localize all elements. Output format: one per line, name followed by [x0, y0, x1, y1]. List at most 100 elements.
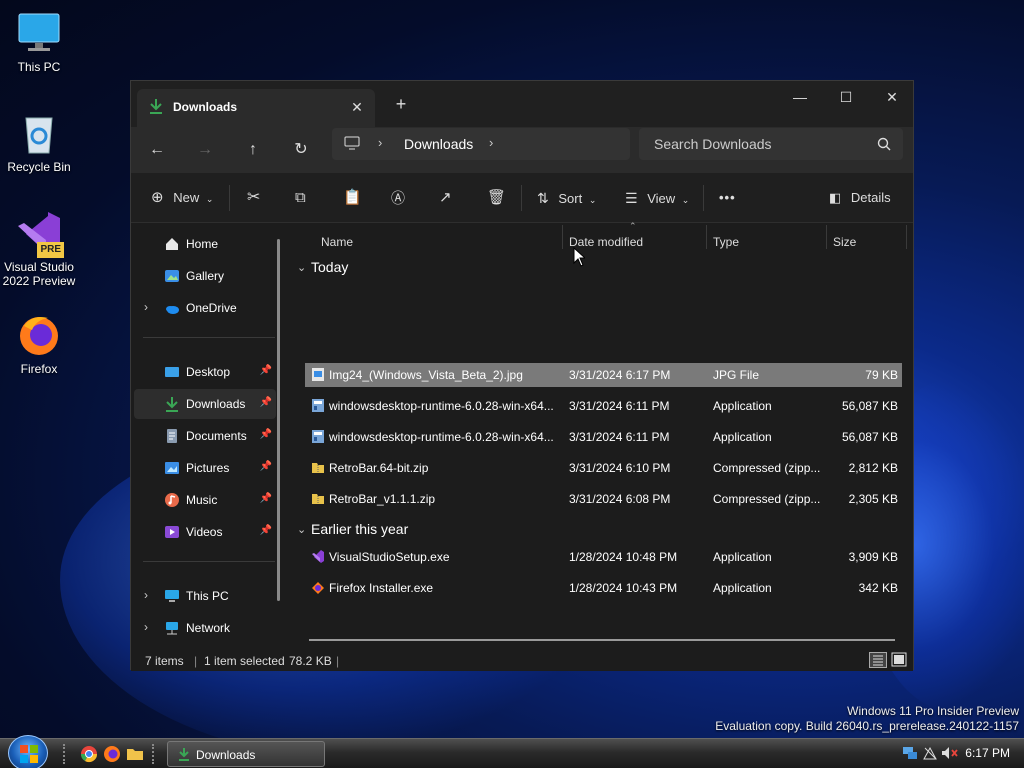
visual-studio-icon: PRE [16, 210, 64, 258]
firefox-icon[interactable] [103, 745, 121, 766]
view-button[interactable]: ☰ View ⌄ [625, 184, 689, 212]
taskbar-button-downloads[interactable]: Downloads [167, 741, 325, 767]
taskbar-button-label: Downloads [196, 748, 256, 762]
sidebar-item-pictures[interactable]: Pictures 📌 [134, 453, 276, 483]
sidebar-item-documents[interactable]: Documents 📌 [134, 421, 276, 451]
file-date: 3/31/2024 6:11 PM [569, 430, 670, 444]
paste-button[interactable]: 📋 [343, 184, 362, 212]
network-tray-icon[interactable] [902, 745, 918, 764]
table-row[interactable]: RetroBar_v1.1.1.zip 3/31/2024 6:08 PM Co… [305, 487, 902, 511]
minimize-button[interactable]: — [777, 83, 823, 113]
sidebar-item-music[interactable]: Music 📌 [134, 485, 276, 515]
file-type: JPG File [713, 368, 760, 382]
pin-icon[interactable]: 📌 [260, 365, 272, 376]
forward-button[interactable]: → [189, 134, 221, 166]
cut-button[interactable]: ✂ [247, 184, 260, 212]
column-header-type[interactable]: Type [713, 235, 739, 249]
file-type: Compressed (zipp... [713, 461, 821, 475]
horizontal-scrollbar[interactable] [309, 639, 895, 641]
sidebar-item-label: Home [186, 237, 219, 251]
refresh-button[interactable]: ↻ [285, 134, 317, 166]
column-separator[interactable] [826, 225, 827, 249]
rename-icon: Ⓐ [391, 190, 405, 206]
desktop-icon-firefox[interactable]: Firefox [1, 312, 77, 376]
navigation-scrollbar[interactable] [277, 239, 280, 601]
tab-close-button[interactable]: ✕ [347, 97, 367, 117]
table-row[interactable]: Firefox Installer.exe 1/28/2024 10:43 PM… [305, 576, 902, 600]
back-button[interactable]: ← [141, 134, 173, 166]
sidebar-item-onedrive[interactable]: › OneDrive [134, 293, 276, 323]
file-date: 1/28/2024 10:43 PM [569, 581, 678, 595]
start-button[interactable] [8, 735, 48, 768]
desktop-icon-recycle-bin[interactable]: Recycle Bin [1, 110, 77, 174]
tab-downloads[interactable]: Downloads ✕ [137, 89, 375, 127]
search-input[interactable]: Search Downloads [639, 128, 903, 160]
copy-button[interactable]: ⧉ [295, 184, 306, 212]
column-separator[interactable] [906, 225, 907, 249]
more-options-button[interactable]: ••• [719, 184, 736, 212]
column-header-size[interactable]: Size [833, 235, 856, 249]
table-row[interactable]: VisualStudioSetup.exe 1/28/2024 10:48 PM… [305, 545, 902, 569]
volume-muted-tray-icon[interactable] [940, 745, 958, 764]
pin-icon[interactable]: 📌 [260, 461, 272, 472]
chevron-down-icon[interactable]: ⌄ [297, 523, 306, 536]
sidebar-item-this-pc[interactable]: › This PC [134, 581, 276, 611]
sidebar-item-downloads[interactable]: Downloads 📌 [134, 389, 276, 419]
clock[interactable]: 6:17 PM [965, 746, 1010, 760]
action-center-tray-icon[interactable] [922, 745, 938, 764]
desktop-icon-visual-studio[interactable]: PRE Visual Studio 2022 Preview [1, 210, 77, 288]
address-bar[interactable]: › Downloads › [332, 128, 630, 160]
close-button[interactable]: ✕ [869, 83, 915, 113]
group-header-earlier-this-year[interactable]: Earlier this year [311, 521, 408, 537]
rename-button[interactable]: Ⓐ [391, 184, 405, 212]
tiles-view-icon[interactable] [891, 652, 907, 671]
title-bar: Downloads ✕ + — ☐ ✕ [131, 81, 913, 127]
zip-folder-icon [311, 491, 325, 506]
up-button[interactable]: ↑ [237, 134, 269, 166]
table-row[interactable]: RetroBar.64-bit.zip 3/31/2024 6:10 PM Co… [305, 456, 902, 480]
file-list: Name Date modified ⌃ Type Size ⌄ Today I… [291, 221, 913, 651]
pin-icon[interactable]: 📌 [260, 429, 272, 440]
view-label: View [647, 191, 676, 206]
breadcrumb[interactable]: Downloads [404, 136, 473, 152]
new-label: New [173, 190, 200, 205]
sidebar-item-gallery[interactable]: Gallery [134, 261, 276, 291]
column-separator[interactable] [562, 225, 563, 249]
details-view-icon[interactable] [869, 652, 887, 668]
sidebar-item-desktop[interactable]: Desktop 📌 [134, 357, 276, 387]
chrome-icon[interactable] [80, 745, 98, 766]
pin-icon[interactable]: 📌 [260, 493, 272, 504]
sort-button[interactable]: ⇅ Sort ⌄ [537, 184, 596, 212]
new-button[interactable]: ⊕ New ⌄ [151, 184, 213, 212]
desktop-icon-this-pc[interactable]: This PC [1, 10, 77, 74]
chevron-right-icon: › [378, 135, 383, 150]
sidebar-item-home[interactable]: Home [134, 229, 276, 259]
file-type: Application [713, 581, 772, 595]
chevron-right-icon: › [144, 620, 148, 634]
visual-studio-icon [311, 549, 325, 564]
maximize-button[interactable]: ☐ [823, 83, 869, 113]
file-size: 56,087 KB [841, 430, 898, 444]
sidebar-item-label: OneDrive [186, 301, 237, 315]
table-row[interactable]: windowsdesktop-runtime-6.0.28-win-x64...… [305, 425, 902, 449]
folder-icon[interactable] [126, 745, 144, 766]
column-separator[interactable] [706, 225, 707, 249]
sidebar-item-videos[interactable]: Videos 📌 [134, 517, 276, 547]
network-icon [164, 620, 180, 636]
column-header-name[interactable]: Name [321, 235, 353, 249]
new-tab-button[interactable]: + [389, 93, 413, 117]
navigation-pane: Home Gallery › OneDrive Desktop 📌 Downlo… [131, 223, 287, 651]
scissors-icon: ✂ [247, 189, 261, 206]
share-button[interactable]: ↗ [439, 184, 452, 212]
file-name: windowsdesktop-runtime-6.0.28-win-x64... [329, 399, 554, 413]
delete-button[interactable]: 🗑 [487, 184, 506, 212]
chevron-down-icon[interactable]: ⌄ [297, 261, 306, 274]
watermark-line-1: Windows 11 Pro Insider Preview [847, 704, 1019, 718]
group-header-today[interactable]: Today [311, 259, 348, 275]
sidebar-item-network[interactable]: › Network [134, 613, 276, 643]
pin-icon[interactable]: 📌 [260, 397, 272, 408]
details-button[interactable]: ◧ Details [829, 184, 891, 212]
pin-icon[interactable]: 📌 [260, 525, 272, 536]
table-row[interactable]: windowsdesktop-runtime-6.0.28-win-x64...… [305, 394, 902, 418]
table-row[interactable]: Img24_(Windows_Vista_Beta_2).jpg 3/31/20… [305, 363, 902, 387]
